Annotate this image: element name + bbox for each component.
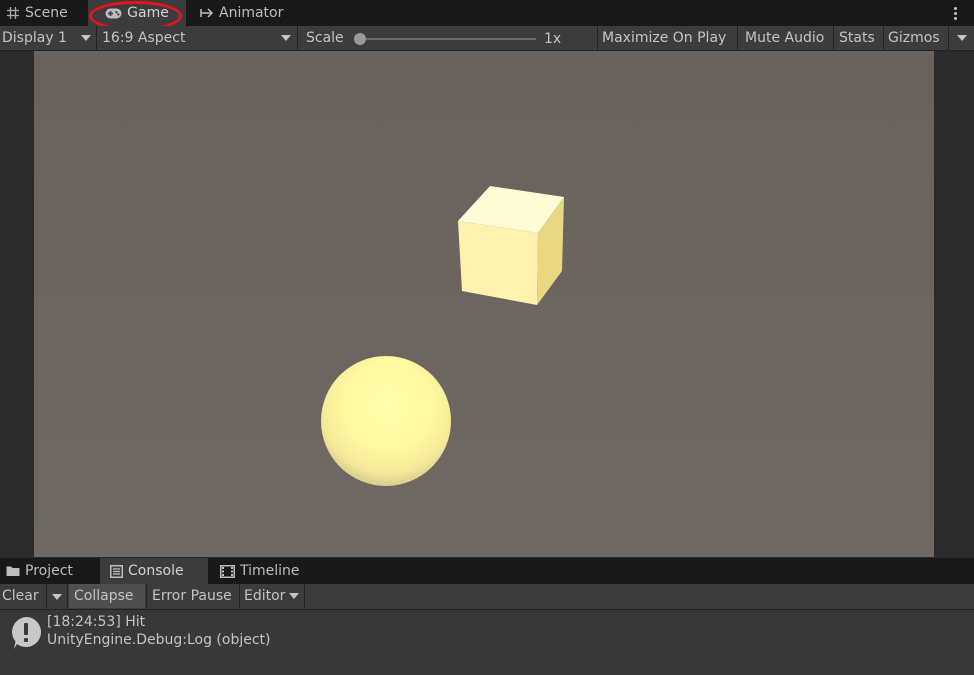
game-scene [34, 51, 934, 557]
tab-project[interactable]: Project [0, 558, 98, 584]
more-options-icon[interactable] [948, 4, 962, 22]
editor-label: Editor [244, 588, 286, 604]
chevron-down-icon [289, 593, 300, 599]
tab-project-label: Project [25, 563, 73, 579]
editor-dropdown[interactable]: Editor [240, 584, 304, 608]
chevron-down-icon [52, 593, 62, 600]
chevron-down-icon [81, 35, 91, 41]
tab-timeline[interactable]: Timeline [214, 558, 314, 584]
scale-slider[interactable] [360, 38, 536, 40]
aspect-dropdown[interactable]: 16:9 Aspect [97, 26, 297, 50]
scale-value: 1x [544, 31, 562, 47]
mute-audio-button[interactable]: Mute Audio [741, 26, 833, 50]
gizmos-dropdown[interactable] [949, 26, 974, 50]
gamepad-icon [105, 8, 122, 19]
chevron-down-icon [956, 35, 967, 41]
tab-console[interactable]: Console [100, 558, 208, 584]
scale-label: Scale [306, 30, 344, 46]
folder-icon [6, 565, 20, 577]
scale-slider-thumb[interactable] [354, 33, 366, 45]
chevron-down-icon [281, 35, 291, 41]
log-stacktrace: UnityEngine.Debug:Log (object) [47, 632, 271, 648]
animator-icon [200, 7, 214, 19]
tab-animator-label: Animator [219, 5, 284, 21]
timeline-icon [220, 564, 235, 578]
error-pause-button[interactable]: Error Pause [148, 584, 240, 608]
display-dropdown[interactable]: Display 1 [0, 26, 96, 50]
tab-animator[interactable]: Animator [194, 0, 294, 26]
game-view[interactable] [34, 51, 934, 557]
clear-button[interactable]: Clear [0, 584, 46, 608]
tab-timeline-label: Timeline [240, 563, 300, 579]
console-icon [110, 564, 123, 578]
cube [458, 186, 564, 305]
grid-icon [6, 6, 20, 20]
maximize-on-play-button[interactable]: Maximize On Play [598, 26, 737, 50]
tab-scene-label: Scene [25, 5, 68, 21]
console-toolbar: Clear Collapse Error Pause Editor [0, 584, 974, 610]
collapse-button[interactable]: Collapse [69, 584, 145, 608]
log-message: [18:24:53] Hit [47, 614, 146, 630]
clear-options-dropdown[interactable] [47, 584, 67, 608]
gizmos-button[interactable]: Gizmos [884, 26, 948, 50]
info-message-icon [10, 616, 42, 654]
tab-scene[interactable]: Scene [0, 0, 88, 26]
tab-game[interactable]: Game [88, 0, 186, 26]
tab-console-label: Console [128, 563, 184, 579]
bottom-tab-bar: Project Console Timeline [0, 558, 974, 584]
stats-button[interactable]: Stats [835, 26, 883, 50]
tab-game-label: Game [127, 5, 169, 21]
editor-tab-bar: Scene Game Animator [0, 0, 974, 26]
sphere [321, 356, 451, 486]
display-label: Display 1 [2, 30, 67, 46]
aspect-label: 16:9 Aspect [102, 30, 186, 46]
